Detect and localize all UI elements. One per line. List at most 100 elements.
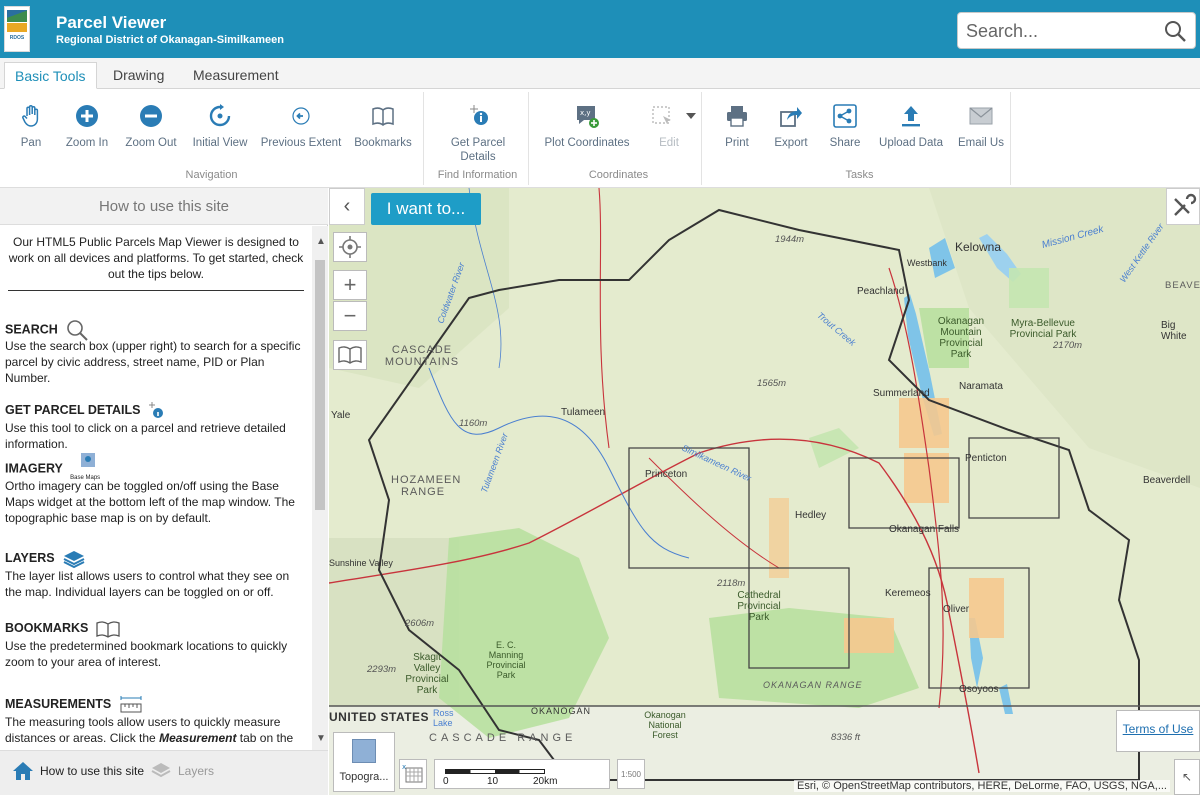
map-label-summerland: Summerland [873,388,930,399]
tab-drawing[interactable]: Drawing [103,62,174,89]
bookmarks-section-title: BOOKMARKS [5,621,89,635]
export-button[interactable]: Export [767,92,815,162]
search-section-text: Use the search box (upper right) to sear… [5,339,301,385]
collapse-panel-button[interactable]: ‹ [329,188,365,225]
map-label-cascade-range: CASCADE RANGE [429,732,577,744]
map-label-oliver: Oliver [943,604,970,615]
locate-me-button[interactable] [333,232,367,262]
book-icon [372,107,394,126]
search-input[interactable] [966,17,1156,45]
panel-body[interactable]: Our HTML5 Public Parcels Map Viewer is d… [0,226,312,750]
print-button[interactable]: Print [715,92,759,162]
zoom-in-icon [76,105,98,127]
zoom-out-button[interactable]: Zoom Out [120,92,182,162]
envelope-icon [969,107,993,125]
rdos-logo[interactable]: RDOS [4,6,30,52]
navigation-group-label: Navigation [185,169,238,181]
zoom-in-label: Zoom In [65,137,109,149]
zoom-in-button[interactable]: Zoom In [60,92,114,162]
get-parcel-details-label: Get Parcel Details [450,137,506,163]
plot-coordinates-button[interactable]: x,y Plot Coordinates [540,92,634,162]
basemap-label: Topogra... [339,771,389,783]
help-section-search: SEARCH Use the search box (upper right) … [5,318,305,386]
layers-tab[interactable]: Layers [150,761,214,781]
tab-basic-tools[interactable]: Basic Tools [4,62,97,89]
map-bookmarks-button[interactable] [333,340,367,370]
terms-of-use-link[interactable]: Terms of Use [1116,710,1200,752]
i-want-to-button[interactable]: I want to... [371,193,481,225]
tasks-group-label: Tasks [845,169,874,181]
chevron-down-icon [686,113,696,119]
coordinates-group-label: Coordinates [588,169,649,181]
measurement-tab-mention: Measurement [159,731,237,745]
app-header: RDOS Parcel Viewer Regional District of … [0,0,1200,58]
help-panel: How to use this site Our HTML5 Public Pa… [0,188,328,795]
map-label-yale: Yale [331,410,351,421]
email-us-label: Email Us [957,137,1004,149]
get-parcel-details-button[interactable]: Get Parcel Details [437,92,519,164]
basemap-thumbnail [352,739,376,763]
upload-data-label: Upload Data [879,137,943,149]
previous-extent-button[interactable]: Previous Extent [258,92,344,162]
share-icon [833,104,857,128]
scroll-thumb[interactable] [315,260,325,510]
layers-section-text: The layer list allows users to control w… [5,569,290,599]
pan-button[interactable]: Pan [8,92,54,162]
map-label-beaver-range: BEAVER RANG [1165,280,1200,291]
logo-band [7,23,27,32]
coordinate-toggle-button[interactable]: x [399,759,427,789]
plot-coordinates-label: Plot Coordinates [544,137,630,149]
search-section-heading: SEARCH [5,318,305,341]
map-label-peachland: Peachland [857,286,905,297]
upload-data-button[interactable]: Upload Data [875,92,947,162]
basemaps-icon-label: Base Maps [70,475,101,481]
share-label: Share [829,137,861,149]
edit-button[interactable]: Edit [640,92,698,162]
map-label-beaverdell: Beaverdell [1143,475,1191,486]
search-icon[interactable] [1163,19,1187,43]
tasks-group: Print Export Share Upload Data Email Us … [709,92,1011,185]
map-label-elevation-2170: 2170m [1053,340,1083,351]
plot-coordinates-icon: x,y [577,106,599,128]
map-zoom-in-button[interactable]: + [333,270,367,300]
panel-heading: How to use this site [0,188,328,225]
layers-section-title: LAYERS [5,551,55,565]
scroll-up-arrow[interactable]: ▲ [316,236,326,247]
scale-ratio-button[interactable]: 1:500 [617,759,645,789]
how-to-use-tab[interactable]: How to use this site [12,761,144,781]
bookmarks-section-text: Use the predetermined bookmark locations… [5,639,288,669]
map-label-hozameen-range: HOZAMEEN RANGE [391,474,462,498]
svg-text:x,y: x,y [580,109,591,117]
help-section-imagery: IMAGERY Base Maps Ortho imagery can be t… [5,453,305,526]
map-pin-icon [81,453,96,467]
initial-view-button[interactable]: Initial View [188,92,252,162]
email-us-button[interactable]: Email Us [955,92,1007,162]
how-to-use-tab-label: How to use this site [40,764,145,778]
map-label-cathedral-park: Cathedral Provincial Park [737,590,781,623]
share-button[interactable]: Share [823,92,867,162]
map-view[interactable]: Kelowna Mission Creek Westbank Peachland… [329,188,1200,795]
map-label-ross-lake: Ross Lake [433,708,454,728]
bookmarks-label: Bookmarks [354,137,412,149]
parcel-details-section-title: GET PARCEL DETAILS [5,403,141,417]
svg-text:x: x [402,763,406,771]
map-zoom-out-button[interactable]: − [333,301,367,331]
bookmarks-section-heading: BOOKMARKS [5,618,305,638]
tab-measurement[interactable]: Measurement [183,62,289,89]
map-label-elevation-1160: 1160m [459,418,488,429]
measurements-section-heading: MEASUREMENTS [5,694,305,714]
xy-grid-icon: x [402,763,423,783]
expand-corner-icon[interactable]: ↖ [1174,759,1200,795]
basemap-switcher-button[interactable]: Topogra... [333,732,395,792]
app-subtitle: Regional District of Okanagan-Similkamee… [56,34,285,46]
help-section-parcel-details: GET PARCEL DETAILS Use this tool to clic… [5,400,305,452]
panel-scrollbar[interactable]: ▲ ▼ [312,226,328,750]
scale-bar-graphic [445,769,545,774]
map-label-elevation-1565: 1565m [757,378,787,389]
bookmarks-button[interactable]: Bookmarks [350,92,416,162]
edit-label: Edit [659,137,679,149]
find-information-group-label: Find Information [437,169,518,181]
imagery-section-title: IMAGERY [5,461,63,476]
scroll-down-arrow[interactable]: ▼ [316,733,326,744]
map-tools-button[interactable] [1166,188,1200,225]
